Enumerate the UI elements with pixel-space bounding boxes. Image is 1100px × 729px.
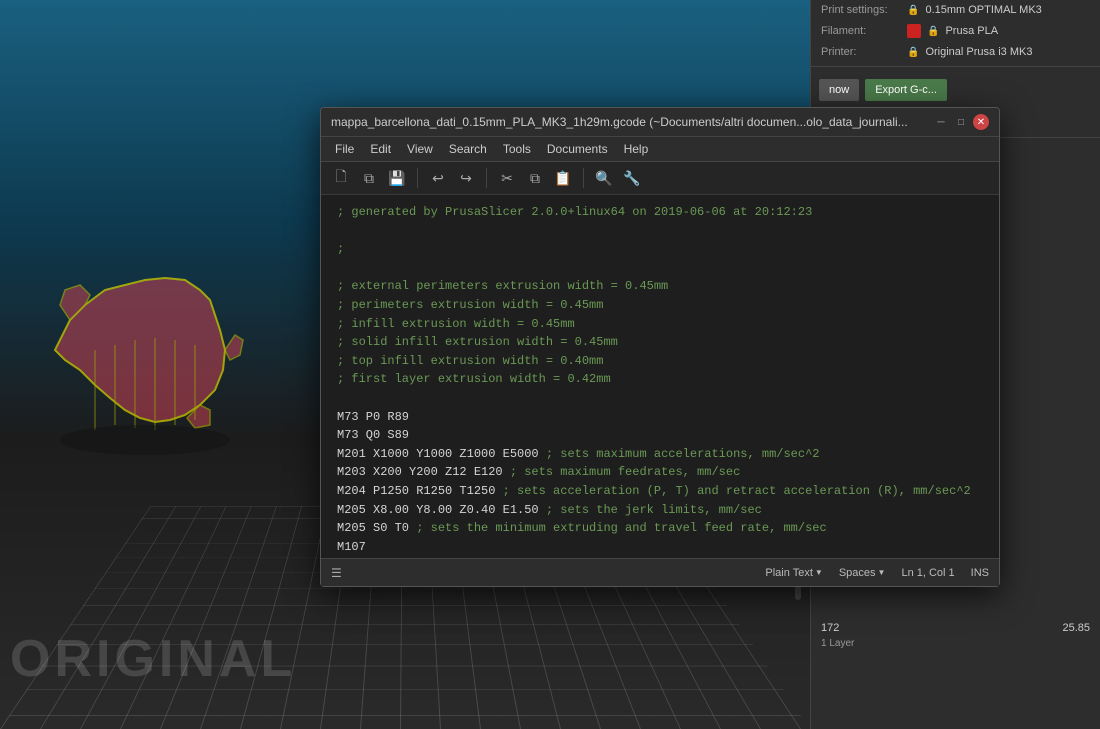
code-line-14: M201 X1000 Y1000 Z1000 E5000 ; sets maxi… (337, 445, 983, 464)
code-line-9: ; top infill extrusion width = 0.40mm (337, 352, 983, 371)
toolbar-separator-1 (417, 168, 418, 188)
spaces-dropdown-arrow: ▼ (878, 568, 886, 577)
toolbar-tools-button[interactable]: 🔧 (620, 166, 644, 190)
toolbar-copy-button[interactable]: ⧉ (523, 166, 547, 190)
toolbar-cut-button[interactable]: ✂ (495, 166, 519, 190)
value-25: 25.85 (1062, 622, 1090, 634)
toolbar-new-button[interactable]: 🗋 (329, 166, 353, 190)
code-line-2 (337, 222, 983, 241)
menu-help[interactable]: Help (618, 140, 655, 158)
value-172: 172 (821, 622, 839, 634)
code-line-17: M205 X8.00 Y8.00 Z0.40 E1.50 ; sets the … (337, 501, 983, 520)
now-button[interactable]: now (819, 79, 859, 101)
code-line-16: M204 P1250 R1250 T1250 ; sets accelerati… (337, 482, 983, 501)
toolbar-separator-3 (583, 168, 584, 188)
menu-bar: File Edit View Search Tools Documents He… (321, 137, 999, 162)
code-area[interactable]: ; generated by PrusaSlicer 2.0.0+linux64… (321, 195, 999, 558)
position-label: Ln 1, Col 1 (901, 567, 954, 579)
window-controls: ─ □ ✕ (933, 114, 989, 130)
status-left: ☰ (331, 566, 342, 580)
toolbar: 🗋 ⧉ 💾 ↩ ↪ ✂ ⧉ 📋 🔍 🔧 (321, 162, 999, 195)
menu-search[interactable]: Search (443, 140, 493, 158)
code-line-1: ; generated by PrusaSlicer 2.0.0+linux64… (337, 203, 983, 222)
position-indicator: Ln 1, Col 1 (901, 567, 954, 579)
code-line-15: M203 X200 Y200 Z12 E120 ; sets maximum f… (337, 463, 983, 482)
code-line-13: M73 Q0 S89 (337, 426, 983, 445)
code-line-20: M115 U3.7.1 ; tell printer latest fw ver… (337, 556, 983, 558)
ins-label: INS (971, 567, 989, 579)
printer-row: Printer: 🔒 Original Prusa i3 MK3 (811, 42, 1100, 62)
printer-lock-icon: 🔒 (907, 47, 919, 58)
filament-value: Prusa PLA (945, 25, 998, 37)
insert-mode: INS (971, 567, 989, 579)
menu-tools[interactable]: Tools (497, 140, 537, 158)
status-middle: Plain Text ▼ Spaces ▼ Ln 1, Col 1 INS (354, 567, 989, 579)
lock-icon: 🔒 (907, 5, 919, 16)
menu-view[interactable]: View (401, 140, 439, 158)
menu-edit[interactable]: Edit (364, 140, 397, 158)
code-line-11 (337, 389, 983, 408)
toolbar-undo-button[interactable]: ↩ (426, 166, 450, 190)
minimize-button[interactable]: ─ (933, 114, 949, 130)
toolbar-separator-2 (486, 168, 487, 188)
code-line-5: ; external perimeters extrusion width = … (337, 277, 983, 296)
code-line-10: ; first layer extrusion width = 0.42mm (337, 370, 983, 389)
code-line-19: M107 (337, 538, 983, 557)
editor-window: mappa_barcellona_dati_0.15mm_PLA_MK3_1h2… (320, 107, 1000, 587)
spaces-selector[interactable]: Spaces ▼ (839, 567, 886, 579)
filament-row: Filament: 🔒 Prusa PLA (811, 20, 1100, 42)
filament-label: Filament: (821, 25, 901, 37)
print-settings-row: Print settings: 🔒 0.15mm OPTIMAL MK3 (811, 0, 1100, 20)
plain-text-selector[interactable]: Plain Text ▼ (765, 567, 822, 579)
print-settings-label: Print settings: (821, 4, 901, 16)
spaces-label: Spaces (839, 567, 876, 579)
filament-color-dot (907, 24, 921, 38)
panel-divider-1 (811, 66, 1100, 67)
original-watermark: ORIGINAL (10, 629, 296, 689)
editor-title: mappa_barcellona_dati_0.15mm_PLA_MK3_1h2… (331, 115, 933, 129)
code-line-6: ; perimeters extrusion width = 0.45mm (337, 296, 983, 315)
filament-lock-icon: 🔒 (927, 26, 939, 37)
code-line-8: ; solid infill extrusion width = 0.45mm (337, 333, 983, 352)
plain-text-dropdown-arrow: ▼ (815, 568, 823, 577)
layer-label: 1 Layer (821, 638, 1090, 649)
maximize-button[interactable]: □ (953, 114, 969, 130)
menu-documents[interactable]: Documents (541, 140, 614, 158)
toolbar-search-button[interactable]: 🔍 (592, 166, 616, 190)
print-settings-value: 0.15mm OPTIMAL MK3 (925, 4, 1041, 16)
code-line-18: M205 S0 T0 ; sets the minimum extruding … (337, 519, 983, 538)
code-line-7: ; infill extrusion width = 0.45mm (337, 315, 983, 334)
toolbar-save-button[interactable]: 💾 (385, 166, 409, 190)
menu-file[interactable]: File (329, 140, 360, 158)
toolbar-copy-window-button[interactable]: ⧉ (357, 166, 381, 190)
code-line-12: M73 P0 R89 (337, 408, 983, 427)
code-line-4 (337, 259, 983, 278)
export-gcode-button[interactable]: Export G-c... (865, 79, 947, 101)
title-bar: mappa_barcellona_dati_0.15mm_PLA_MK3_1h2… (321, 108, 999, 137)
status-file-icon: ☰ (331, 566, 342, 580)
plain-text-label: Plain Text (765, 567, 813, 579)
code-line-3: ; (337, 240, 983, 259)
panel-buttons: now Export G-c... (811, 71, 1100, 109)
close-button[interactable]: ✕ (973, 114, 989, 130)
printer-value: Original Prusa i3 MK3 (925, 46, 1032, 58)
3d-model (15, 150, 315, 530)
toolbar-redo-button[interactable]: ↪ (454, 166, 478, 190)
toolbar-paste-button[interactable]: 📋 (551, 166, 575, 190)
status-bar: ☰ Plain Text ▼ Spaces ▼ Ln 1, Col 1 INS (321, 558, 999, 586)
code-content: ; generated by PrusaSlicer 2.0.0+linux64… (321, 203, 999, 558)
printer-label: Printer: (821, 46, 901, 58)
